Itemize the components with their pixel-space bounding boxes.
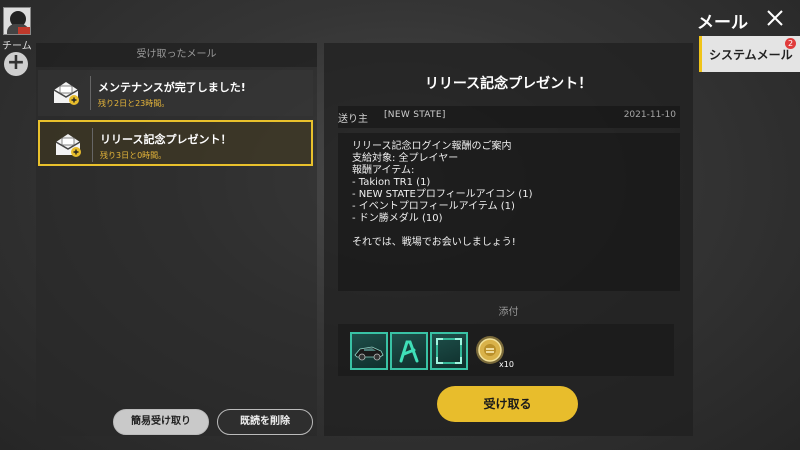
sender-label: 送り主 <box>338 114 368 125</box>
claim-button[interactable]: 受け取る <box>437 386 578 422</box>
sender-row: 送り主 [NEW STATE] 2021-11-10 <box>338 106 680 128</box>
profile-icon <box>399 340 419 363</box>
mail-expiry: 残り2日と23時間。 <box>98 99 170 108</box>
body-line: 支給対象: 全プレイヤー <box>352 153 459 164</box>
body-line: それでは、戦場でお会いしましょう! <box>352 237 516 248</box>
close-icon[interactable] <box>765 8 785 28</box>
attachment-item[interactable] <box>390 332 428 370</box>
mail-list-header: 受け取ったメール <box>36 43 317 67</box>
attachment-item[interactable] <box>430 332 468 370</box>
body-line: - ドン勝メダル (10) <box>352 213 443 224</box>
attachments-row: x10 <box>338 324 674 376</box>
mail-list-item-selected[interactable]: リリース記念プレゼント！ 残り3日と0時間。 <box>38 120 313 166</box>
vehicle-icon <box>354 346 384 361</box>
page-title: メール <box>697 13 748 33</box>
item-divider <box>92 128 93 162</box>
mail-list-item[interactable]: メンテナンスが完了しました! 残り2日と23時間。 <box>38 70 313 116</box>
item-divider <box>90 76 91 110</box>
mail-expiry: 残り3日と0時間。 <box>100 151 167 160</box>
mail-subject: メンテナンスが完了しました! <box>98 81 246 94</box>
body-line: - Takion TR1 (1) <box>352 177 431 188</box>
attachment-quantity: x10 <box>499 360 514 369</box>
body-line: 報酬アイテム: <box>352 165 415 176</box>
tab-system-mail-label: システムメール <box>709 48 793 62</box>
attachment-item[interactable] <box>350 332 388 370</box>
mail-detail-title: リリース記念プレゼント！ <box>424 76 593 92</box>
unread-count-badge: 2 <box>785 38 796 49</box>
mail-subject: リリース記念プレゼント！ <box>100 133 232 146</box>
sent-date: 2021-11-10 <box>623 110 676 120</box>
attachments-label: 添付 <box>498 307 519 318</box>
envelope-icon <box>55 134 81 157</box>
mail-body: リリース記念ログイン報酬のご案内 支給対象: 全プレイヤー 報酬アイテム: - … <box>338 133 680 291</box>
frame-icon <box>436 338 462 364</box>
add-team-button[interactable]: + <box>4 52 28 76</box>
quick-receive-button[interactable]: 簡易受け取り <box>113 409 209 435</box>
body-line <box>352 225 666 237</box>
envelope-icon <box>53 82 79 105</box>
player-avatar[interactable] <box>3 7 31 35</box>
body-line: リリース記念ログイン報酬のご案内 <box>352 141 512 152</box>
body-line: - イベントプロフィールアイテム (1) <box>352 201 515 212</box>
sender-name: [NEW STATE] <box>384 110 446 120</box>
tab-system-mail[interactable]: システムメール 2 <box>699 36 800 72</box>
body-line: - NEW STATEプロフィールアイコン (1) <box>352 189 533 200</box>
delete-read-button[interactable]: 既読を削除 <box>217 409 313 435</box>
